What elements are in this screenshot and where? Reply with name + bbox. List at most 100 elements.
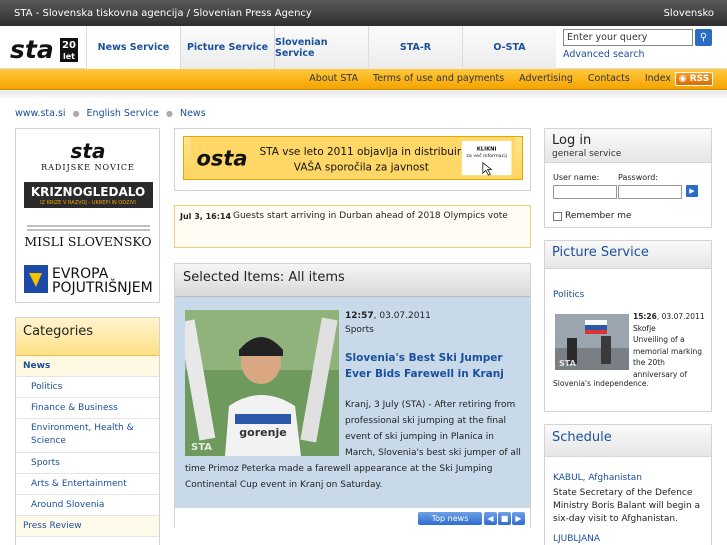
terms-link[interactable]: Terms of use and payments [373,73,504,84]
category-politics[interactable]: Politics [16,377,159,398]
remember-me-checkbox[interactable] [553,211,562,221]
schedule-place-ljubljana[interactable]: LJUBLJANA [553,534,600,544]
advertising-link[interactable]: Advertising [519,73,573,84]
rss-icon: ◉ [678,74,690,84]
radijske-novice-logo[interactable]: sta RADIJSKE NOVICE [24,139,153,174]
breadcrumb-home[interactable]: www.sta.si [15,108,66,119]
picture-thumbnail[interactable]: STA [555,314,629,370]
schedule-title[interactable]: Schedule [545,425,711,457]
svg-text:KRIZNOGLEDALO: KRIZNOGLEDALO [31,185,145,199]
header: sta 20 let News Service Picture Service … [0,26,727,69]
news-ticker: Jul 3, 16:14 Guests start arriving in Du… [174,205,531,248]
stop-icon: ■ [500,514,509,523]
kriznogledalo-logo[interactable]: KRIZNOGLEDALO IZ KRIZE V RAZVOJ - UKREPI… [24,182,153,208]
pause-button[interactable]: ■ [498,512,511,525]
picture-caption-tail: Slovenia's independence. [553,379,649,388]
ad-banner[interactable]: osta STA vse leto 2011 objavlja in distr… [174,128,531,191]
language-switch-link[interactable]: Slovensko [664,8,714,19]
tab-news-service[interactable]: News Service [86,26,180,69]
login-submit-button[interactable]: ▶ [686,185,698,197]
partner-logos: sta RADIJSKE NOVICE KRIZNOGLEDALO IZ KRI… [15,128,160,303]
breadcrumb-separator-icon: ● [72,109,80,118]
ticker-time: Jul 3, 16:14 [180,212,232,221]
utility-links: About STA Terms of use and payments Adve… [309,73,671,84]
utility-bar: About STA Terms of use and payments Adve… [0,69,727,90]
article-timestamp: 12:57, 03.07.2011 [345,311,431,321]
tab-picture-service[interactable]: Picture Service [180,26,274,69]
tab-slovenian-service[interactable]: Slovenian Service [274,26,368,69]
ad-cta-2: za več informacij [466,152,506,159]
login-header: Log in general service [545,129,711,163]
rss-label: RSS [689,74,710,84]
breadcrumb-news[interactable]: News [180,108,206,119]
osta-ad[interactable]: osta STA vse leto 2011 objavlja in distr… [183,136,523,180]
next-button[interactable]: ▶ [512,512,525,525]
breadcrumb-english-service[interactable]: English Service [87,108,159,119]
previous-button[interactable]: ◀ [484,512,497,525]
selected-items-heading: Selected Items: All items [175,264,530,297]
username-label: User name: [553,173,600,182]
svg-text:MISLI SLOVENSKO: MISLI SLOVENSKO [24,234,151,249]
thumbnail-watermark: STA [559,359,577,368]
site-title: STA - Slovenska tiskovna agencija / Slov… [14,8,312,19]
username-input[interactable] [553,185,617,199]
category-arts-entertainment[interactable]: Arts & Entertainment [16,474,159,495]
login-subtitle: general service [552,149,622,159]
search-button[interactable]: ⚲ [695,29,712,46]
breadcrumb: www.sta.si ● English Service ● News [15,108,206,119]
index-link[interactable]: Index [645,73,671,84]
logo-text: sta [10,35,54,64]
arrow-right-icon: ▶ [689,187,695,195]
password-label: Password: [618,173,659,182]
remember-me[interactable]: Remember me [553,211,632,221]
ad-line-2: VAŠA sporočila za javnost [294,160,429,173]
search-icon: ⚲ [699,32,708,43]
picture-caption: 15:26, 03.07.2011 Skofje Unveiling of a … [633,312,705,379]
rss-button[interactable]: ◉ RSS [675,72,713,86]
login-title: Log in [552,133,592,148]
selected-items-panel: Selected Items: All items gorenje STA 12… [174,263,531,528]
categories-panel: Categories News Politics Finance & Busin… [15,317,160,545]
category-sports[interactable]: Sports [16,453,159,474]
ad-logo: osta [196,147,247,171]
svg-text:sta: sta [71,139,106,163]
article-title[interactable]: Slovenia's Best Ski Jumper Ever Bids Far… [345,350,521,382]
misli-slovensko-logo[interactable]: MISLI SLOVENSKO [24,221,153,251]
ticker-headline[interactable]: Guests start arriving in Durban ahead of… [233,211,508,221]
chevron-right-icon: ▶ [515,514,522,523]
category-news[interactable]: News [16,356,159,377]
top-bar: STA - Slovenska tiskovna agencija / Slov… [0,0,727,26]
picture-service-panel: Picture Service Politics STA 15:26, 03.0… [544,240,712,412]
categories-title: Categories [16,318,159,356]
password-input[interactable] [618,185,682,199]
category-around-slovenia[interactable]: Around Slovenia [16,495,159,516]
schedule-place-kabul[interactable]: KABUL, Afghanistan [553,473,642,483]
ad-cta-1: KLIKNI [477,146,497,152]
logo-badge-top: 20 [62,40,76,51]
category-environment-health-science[interactable]: Environment, Health & Science [16,419,159,453]
contacts-link[interactable]: Contacts [588,73,630,84]
article-category: Sports [345,325,374,335]
picture-service-category[interactable]: Politics [553,290,584,300]
svg-text:IZ KRIZE V RAZVOJ - UKREPI IN: IZ KRIZE V RAZVOJ - UKREPI IN ODZIVI [40,200,136,206]
main-nav: News Service Picture Service Slovenian S… [86,26,556,69]
evropa-pojutrisnjem-logo[interactable]: EVROPA POJUTRIŠNJEM [24,263,153,295]
category-finance-business[interactable]: Finance & Business [16,398,159,419]
category-press-review[interactable]: Press Review [16,516,159,537]
remember-me-label: Remember me [565,211,632,221]
article-body: Kranj, 3 July (STA) - After retiring fro… [185,400,521,490]
logo-badge-bottom: let [63,52,75,61]
login-panel: Log in general service User name: Passwo… [544,128,712,228]
about-link[interactable]: About STA [309,73,358,84]
advanced-search-link[interactable]: Advanced search [563,49,645,60]
sta-logo[interactable]: sta 20 let [10,34,80,64]
picture-service-title[interactable]: Picture Service [545,241,711,269]
svg-text:RADIJSKE NOVICE: RADIJSKE NOVICE [41,163,135,172]
search-input[interactable] [563,29,693,46]
ad-line-1: STA vse leto 2011 objavlja in distribuir… [259,146,467,158]
schedule-description: State Secretary of the Defence Ministry … [553,488,701,524]
schedule-panel: Schedule KABUL, Afghanistan State Secret… [544,424,712,545]
tab-sta-r[interactable]: STA-R [368,26,462,69]
tab-o-sta[interactable]: O-STA [462,26,556,69]
top-news-button[interactable]: Top news [418,512,482,525]
